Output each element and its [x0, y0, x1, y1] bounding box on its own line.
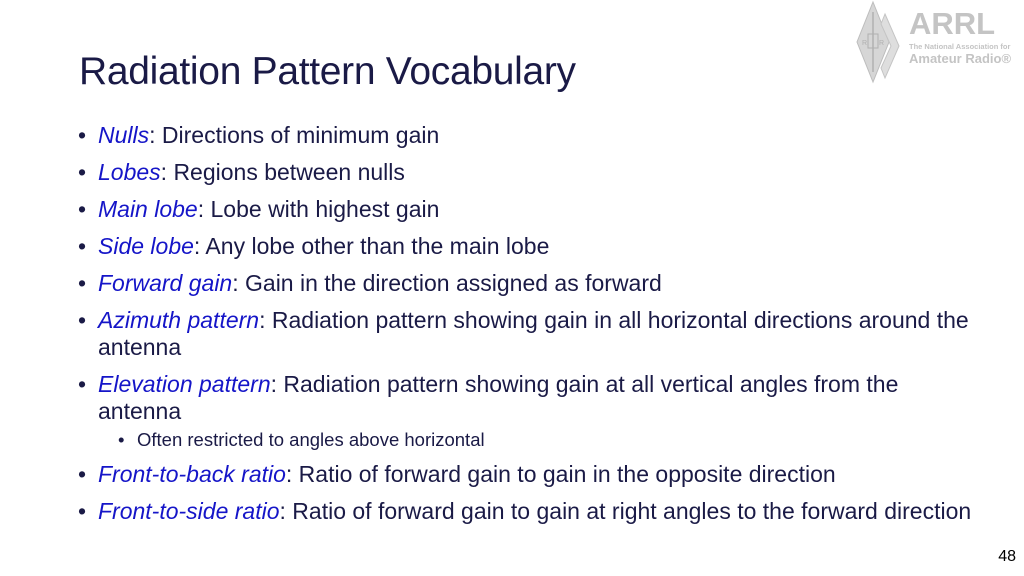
definition: : Lobe with highest gain [197, 196, 440, 222]
svg-text:R: R [862, 40, 867, 47]
bullet-list: Nulls: Directions of minimum gain Lobes:… [72, 122, 972, 535]
arrl-diamond-logo-icon: R R [856, 0, 900, 84]
sub-bullet-item: Often restricted to angles above horizon… [118, 429, 972, 451]
logo-name: ARRL [909, 6, 996, 41]
term: Front-to-side ratio [98, 498, 280, 524]
definition: : Regions between nulls [160, 159, 405, 185]
term: Forward gain [98, 270, 233, 296]
bullet-item: Main lobe: Lobe with highest gain [72, 196, 972, 223]
definition: : Gain in the direction assigned as forw… [232, 270, 662, 296]
definition: : Ratio of forward gain to gain at right… [279, 498, 972, 524]
slide-title: Radiation Pattern Vocabulary [79, 50, 576, 93]
term: Front-to-back ratio [98, 461, 286, 487]
bullet-item: Front-to-side ratio: Ratio of forward ga… [72, 498, 972, 525]
term: Azimuth pattern [98, 307, 260, 333]
svg-text:R: R [879, 40, 884, 47]
bullet-item: Forward gain: Gain in the direction assi… [72, 270, 972, 297]
bullet-item: Elevation pattern: Radiation pattern sho… [72, 371, 972, 451]
logo-tagline: The National Association for [909, 42, 1011, 51]
term: Nulls [98, 122, 150, 148]
definition: : Ratio of forward gain to gain in the o… [285, 461, 836, 487]
bullet-item: Nulls: Directions of minimum gain [72, 122, 972, 149]
bullet-item: Azimuth pattern: Radiation pattern showi… [72, 307, 972, 361]
term: Main lobe [98, 196, 198, 222]
bullet-item: Side lobe: Any lobe other than the main … [72, 233, 972, 260]
term: Lobes [98, 159, 161, 185]
page-number: 48 [998, 548, 1016, 565]
arrl-logo: R R ARRL The National Association for Am… [855, 0, 1024, 86]
definition: : Directions of minimum gain [149, 122, 440, 148]
bullet-item: Lobes: Regions between nulls [72, 159, 972, 186]
bullet-item: Front-to-back ratio: Ratio of forward ga… [72, 461, 972, 488]
logo-subtitle: Amateur Radio® [909, 51, 1012, 66]
definition: : Any lobe other than the main lobe [193, 233, 550, 259]
term: Side lobe [98, 233, 194, 259]
term: Elevation pattern [98, 371, 271, 397]
sub-bullet-list: Often restricted to angles above horizon… [98, 429, 972, 451]
